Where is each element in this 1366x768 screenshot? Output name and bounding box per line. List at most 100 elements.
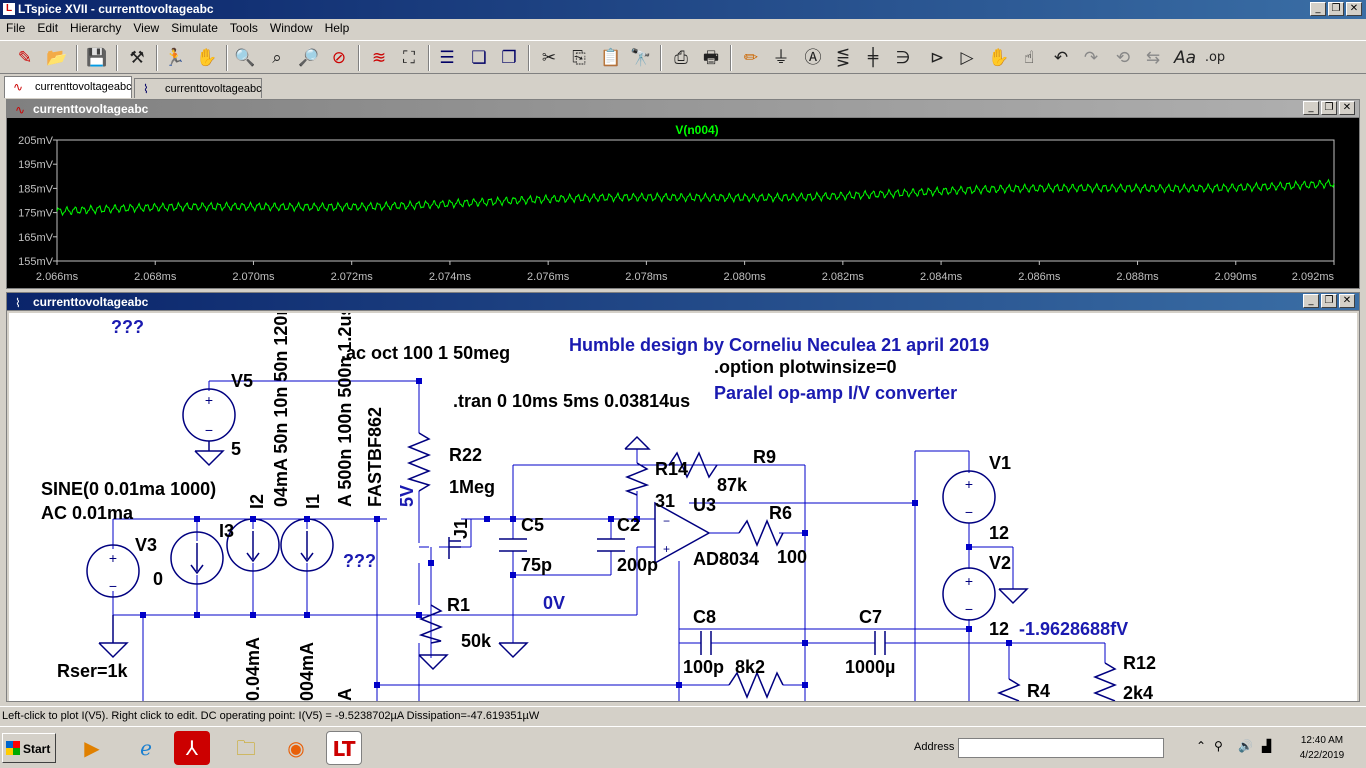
ground-icon[interactable]: ⏚	[768, 45, 794, 71]
firefox-icon[interactable]: ◉	[278, 731, 314, 765]
waveform-plot[interactable]: V(n004) 205mV 195mV 185mV 175mV 165mV 155mV 2…	[7, 118, 1359, 288]
value-i3-sine[interactable]: SINE(0 0.01ma 1000)	[41, 479, 216, 499]
move-icon[interactable]: ✋	[986, 45, 1012, 71]
menu-simulate[interactable]: Simulate	[165, 19, 224, 38]
signal-icon[interactable]: ▟	[1262, 739, 1271, 753]
label-c8[interactable]: C8	[693, 607, 716, 627]
value-r6[interactable]: 100	[777, 547, 807, 567]
address-input[interactable]	[958, 738, 1164, 758]
value-v1[interactable]: 12	[989, 523, 1009, 543]
find-icon[interactable]: 🔭	[628, 45, 654, 71]
net-label-5v[interactable]: 5V	[397, 485, 417, 507]
value-r8k2[interactable]: 8k2	[735, 657, 765, 677]
value-c5[interactable]: 75p	[521, 555, 552, 575]
media-player-icon[interactable]: ▶	[74, 731, 110, 765]
component-icon[interactable]: ▷	[954, 45, 980, 71]
value-i1-bottom[interactable]: 004mA	[297, 642, 317, 701]
label-r1[interactable]: R1	[447, 595, 470, 615]
capacitor-icon[interactable]: ╪	[860, 45, 886, 71]
print-icon[interactable]: 🖶	[698, 45, 724, 71]
start-button[interactable]: Start	[2, 733, 56, 763]
cut-icon[interactable]: ✂	[536, 45, 562, 71]
paste-icon[interactable]: 📋	[598, 45, 624, 71]
value-r22[interactable]: 1Meg	[449, 477, 495, 497]
diode-icon[interactable]: ⊳	[924, 45, 950, 71]
inductor-icon[interactable]: ∋	[890, 45, 916, 71]
schematic-canvas[interactable]: + − + − − + + − + − ??? ??? .ac oct 100 …	[9, 313, 1357, 701]
value-rser[interactable]: Rser=1k	[57, 661, 129, 681]
label-v1[interactable]: V1	[989, 453, 1011, 473]
undo-icon[interactable]: ↶	[1048, 45, 1074, 71]
label-c7[interactable]: C7	[859, 607, 882, 627]
volume-icon[interactable]: 🔊	[1238, 739, 1253, 753]
value-c8[interactable]: 100p	[683, 657, 724, 677]
spice-directive-icon[interactable]: .op	[1202, 45, 1228, 71]
new-schematic-icon[interactable]: ✎	[12, 45, 38, 71]
redo-icon[interactable]: ↷	[1078, 45, 1104, 71]
value-v5[interactable]: 5	[231, 439, 241, 459]
text-icon[interactable]: Aa	[1172, 45, 1198, 71]
label-v5[interactable]: V5	[231, 371, 253, 391]
label-r12[interactable]: R12	[1123, 653, 1156, 673]
trace-vn004[interactable]	[56, 178, 1335, 217]
print-setup-icon[interactable]: ⎙	[668, 45, 694, 71]
restore-button[interactable]: ❐	[1328, 2, 1344, 16]
run-icon[interactable]: 🏃	[162, 45, 188, 71]
value-c7[interactable]: 1000µ	[845, 657, 895, 677]
pan-icon[interactable]: ⌕	[264, 45, 290, 71]
draw-wire-icon[interactable]: ✏	[738, 45, 764, 71]
autorange-icon[interactable]: ≋	[366, 45, 392, 71]
menu-view[interactable]: View	[127, 19, 165, 38]
menu-edit[interactable]: Edit	[31, 19, 64, 38]
label-c2[interactable]: C2	[617, 515, 640, 535]
menu-hierarchy[interactable]: Hierarchy	[64, 19, 127, 38]
drag-icon[interactable]: ☝	[1016, 45, 1042, 71]
r6-symbol[interactable]	[738, 519, 784, 547]
menu-file[interactable]: File	[0, 19, 31, 38]
minimize-button[interactable]: _	[1310, 2, 1326, 16]
copy-icon[interactable]: ⎘	[566, 45, 592, 71]
net-label-voltage[interactable]: -1.9628688fV	[1019, 619, 1128, 639]
label-i1[interactable]: I1	[303, 494, 323, 509]
value-i3-ac[interactable]: AC 0.01ma	[41, 503, 134, 523]
value-r9[interactable]: 87k	[717, 475, 748, 495]
zoom-cancel-icon[interactable]: ⊘	[326, 45, 352, 71]
label-v3[interactable]: V3	[135, 535, 157, 555]
label-j1[interactable]: J1	[451, 519, 471, 539]
r22-symbol[interactable]	[406, 432, 432, 492]
value-r12[interactable]: 2k4	[1123, 683, 1153, 701]
sch-close-button[interactable]: ✕	[1339, 294, 1355, 308]
value-u3[interactable]: AD8034	[693, 549, 759, 569]
r4-symbol[interactable]	[996, 678, 1021, 701]
label-v2[interactable]: V2	[989, 553, 1011, 573]
comment-author[interactable]: Humble design by Corneliu Neculea 21 apr…	[569, 335, 989, 355]
label-r22[interactable]: R22	[449, 445, 482, 465]
value-r1[interactable]: 50k	[461, 631, 492, 651]
close-button[interactable]: ✕	[1346, 2, 1362, 16]
value-v2[interactable]: 12	[989, 619, 1009, 639]
directive-option[interactable]: .option plotwinsize=0	[714, 357, 897, 377]
label-r4[interactable]: R4	[1027, 681, 1050, 701]
menu-window[interactable]: Window	[264, 19, 319, 38]
zoom-out-icon[interactable]: 🔎	[296, 45, 322, 71]
wave-close-button[interactable]: ✕	[1339, 101, 1355, 115]
label-c5[interactable]: C5	[521, 515, 544, 535]
network-icon[interactable]: ⚲	[1214, 739, 1223, 753]
resistor-icon[interactable]: ⋚	[830, 45, 856, 71]
value-i2-pulse[interactable]: 04mA 50n 10n 50n 120n 2000000)	[271, 313, 291, 507]
internet-explorer-icon[interactable]: ℯ	[128, 731, 164, 765]
plot-pane[interactable]: V(n004) 205mV 195mV 185mV 175mV 165mV 155mV 2…	[7, 118, 1359, 288]
directive-tran[interactable]: .tran 0 10ms 5ms 0.03814us	[453, 391, 690, 411]
menu-tools[interactable]: Tools	[224, 19, 264, 38]
label-u3[interactable]: U3	[693, 495, 716, 515]
tile-horizontal-icon[interactable]: ☰	[434, 45, 460, 71]
label-i2[interactable]: I2	[247, 494, 267, 509]
value-i1-pulse[interactable]: A 500n 100n 500n 1.2us 8000000)	[335, 313, 355, 507]
control-panel-icon[interactable]: ⚒	[124, 45, 150, 71]
tab-waveform[interactable]: ∿ currenttovoltageabc	[4, 76, 132, 98]
label-i3[interactable]: I3	[219, 521, 234, 541]
components[interactable]: + − + − − + + − + −	[86, 388, 1118, 701]
tab-schematic[interactable]: ⌇ currenttovoltageabc	[134, 78, 262, 98]
trace-label-vn004[interactable]: V(n004)	[675, 123, 718, 137]
show-hidden-icons-icon[interactable]: ⌃	[1196, 739, 1206, 753]
